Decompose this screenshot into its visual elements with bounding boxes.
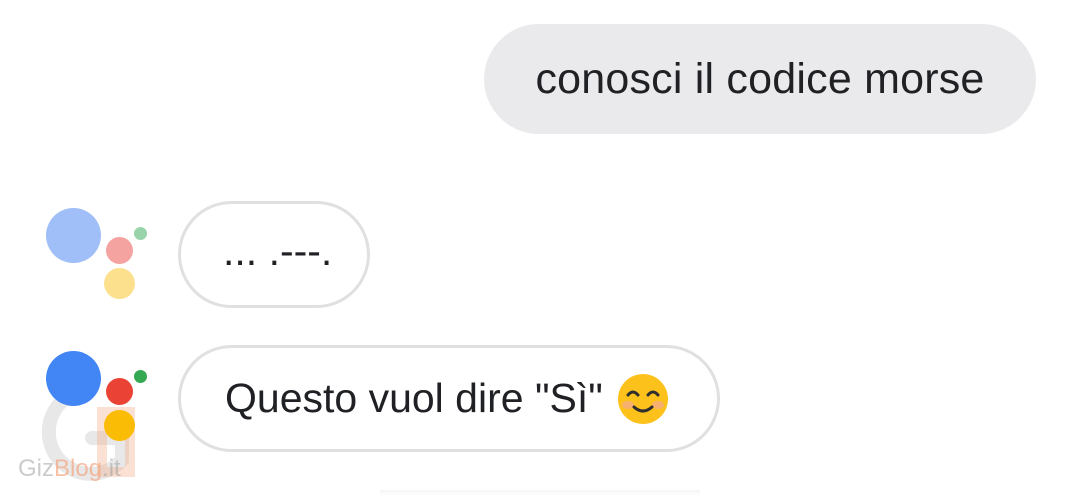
assistant-logo-blue-dot <box>46 351 101 406</box>
assistant-logo-green-dot <box>134 370 147 383</box>
assistant-logo-yellow-dot <box>104 410 135 441</box>
assistant-logo-green-dot <box>134 227 147 240</box>
assistant-logo-yellow-dot <box>104 268 135 299</box>
user-message-text: conosci il codice morse <box>535 54 985 103</box>
assistant-message-text: Questo vuol dire "Sì" <box>225 375 603 421</box>
user-message-bubble: conosci il codice morse <box>484 24 1036 134</box>
bottom-divider-shadow <box>380 490 700 496</box>
google-assistant-icon <box>46 350 156 450</box>
watermark-accent: Blog <box>54 455 103 482</box>
assistant-message-bubble: ... .---. <box>178 201 370 308</box>
watermark-brand: Giz <box>18 455 54 482</box>
assistant-logo-red-dot <box>106 237 133 264</box>
google-assistant-icon <box>46 208 156 308</box>
assistant-logo-blue-dot <box>46 208 101 263</box>
assistant-message-text: ... .---. <box>223 228 333 274</box>
watermark-suffix: .it <box>102 455 121 482</box>
smiling-face-emoji <box>617 373 669 425</box>
watermark-text: GizBlog.it <box>18 455 121 483</box>
assistant-message-bubble: Questo vuol dire "Sì" <box>178 345 720 452</box>
assistant-logo-red-dot <box>106 378 133 405</box>
